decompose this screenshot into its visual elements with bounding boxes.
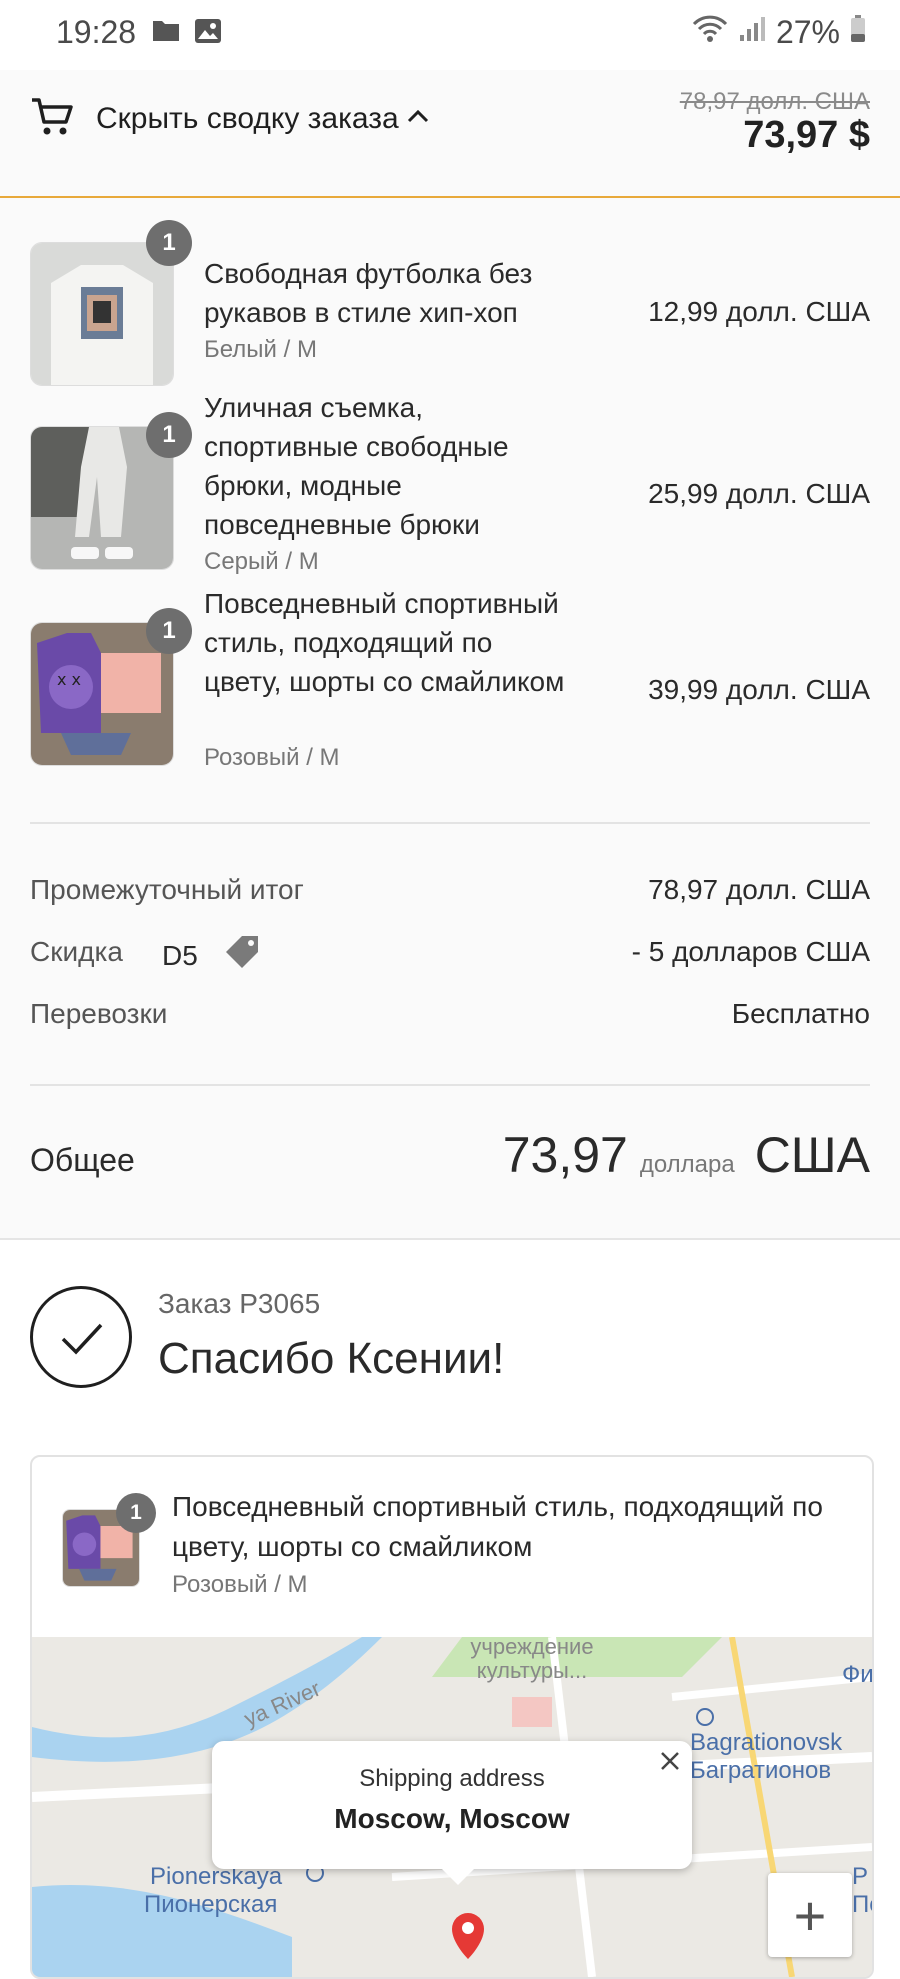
product-price: 25,99 долл. США bbox=[648, 478, 870, 509]
product-price: 12,99 долл. США bbox=[648, 296, 870, 327]
shipping-label: Перевозки bbox=[30, 998, 168, 1029]
total-label: Общее bbox=[30, 1142, 135, 1178]
order-summary-bar: Скрыть сводку заказа 78,97 долл. США 73,… bbox=[0, 70, 900, 198]
quantity-badge: 1 bbox=[146, 412, 192, 458]
quantity-badge: 1 bbox=[116, 1493, 156, 1533]
list-item: 1 Уличная съемка, спортивные свободные б… bbox=[30, 388, 870, 584]
map-label: Фи bbox=[842, 1661, 872, 1688]
list-item: 1 Свободная футболка без рукавов в стиле… bbox=[30, 220, 870, 394]
product-variant: Серый / M bbox=[204, 548, 319, 575]
total-word: доллара bbox=[639, 1151, 735, 1178]
chevron-up-icon bbox=[407, 108, 429, 129]
quantity-badge: 1 bbox=[146, 608, 192, 654]
subtotal-value: 78,97 долл. США bbox=[648, 874, 870, 905]
map-label: Пионерская bbox=[144, 1891, 278, 1918]
shipping-address-popup: Shipping address Moscow, Moscow bbox=[212, 1741, 692, 1869]
order-number: Заказ P3065 bbox=[158, 1288, 321, 1319]
check-circle-icon bbox=[30, 1286, 132, 1388]
status-time: 19:28 bbox=[56, 14, 137, 50]
total-amount: 73,97 доллара США bbox=[503, 1126, 870, 1184]
total-currency: США bbox=[754, 1127, 870, 1183]
popup-address: Moscow, Moscow bbox=[334, 1803, 570, 1834]
product-price: 39,99 долл. США bbox=[648, 674, 870, 705]
shipping-map[interactable]: учреждение культуры... ya River Фи Bagra… bbox=[32, 1637, 872, 1977]
toggle-summary-label: Скрыть сводку заказа bbox=[96, 101, 399, 135]
discount-label: Скидка bbox=[30, 936, 123, 967]
original-price: 78,97 долл. США bbox=[679, 88, 870, 115]
zoom-in-button[interactable]: + bbox=[768, 1873, 852, 1957]
divider bbox=[30, 822, 870, 824]
product-name: Повседневный спортивный стиль, подходящи… bbox=[204, 588, 565, 697]
map-label: P bbox=[852, 1863, 869, 1890]
order-summary-panel: 1 Свободная футболка без рукавов в стиле… bbox=[0, 198, 900, 1240]
wifi-icon bbox=[692, 14, 728, 51]
map-label: По bbox=[852, 1891, 872, 1918]
toggle-summary-button[interactable]: Скрыть сводку заказа bbox=[30, 94, 429, 143]
signal-icon bbox=[738, 14, 766, 51]
product-name: Уличная съемка, спортивные свободные брю… bbox=[204, 392, 509, 540]
tag-icon bbox=[222, 932, 264, 979]
product-name: Свободная футболка без рукавов в стиле х… bbox=[204, 258, 533, 328]
order-status-card: 1 Повседневный спортивный стиль, подходя… bbox=[30, 1455, 874, 1979]
map-label: Bagrationovsk bbox=[690, 1729, 843, 1756]
popup-title: Shipping address bbox=[359, 1765, 545, 1792]
popup-pointer bbox=[440, 1867, 476, 1885]
discount-value: - 5 долларов США bbox=[631, 936, 870, 967]
image-icon bbox=[194, 18, 222, 49]
thank-you-heading: Спасибо Ксении! bbox=[158, 1334, 505, 1383]
status-right: 27% bbox=[692, 14, 866, 51]
discount-code: D5 bbox=[162, 940, 198, 971]
summary-total-price: 73,97 $ bbox=[743, 114, 870, 156]
battery-percent: 27% bbox=[775, 14, 840, 50]
close-icon[interactable] bbox=[658, 1747, 682, 1781]
status-bar: 19:28 27% bbox=[0, 0, 900, 70]
folder-icon bbox=[152, 18, 180, 47]
list-item: x x 1 Повседневный спортивный стиль, под… bbox=[30, 584, 870, 780]
svg-text:x x: x x bbox=[57, 670, 81, 689]
product-variant: Розовый / M bbox=[204, 744, 340, 771]
divider bbox=[30, 1084, 870, 1086]
shipping-value: Бесплатно bbox=[731, 998, 870, 1029]
battery-icon bbox=[850, 14, 866, 51]
cart-icon bbox=[30, 94, 74, 143]
map-label: учреждение культуры... bbox=[470, 1637, 594, 1683]
subtotal-label: Промежуточный итог bbox=[30, 874, 304, 905]
product-variant: Розовый / M bbox=[172, 1571, 308, 1598]
total-number: 73,97 bbox=[502, 1127, 628, 1183]
product-variant: Белый / M bbox=[204, 336, 317, 363]
map-label: Багратионов bbox=[690, 1757, 832, 1784]
quantity-badge: 1 bbox=[146, 220, 192, 266]
product-name: Повседневный спортивный стиль, подходящи… bbox=[172, 1491, 823, 1562]
product-thumbnail bbox=[30, 242, 174, 386]
